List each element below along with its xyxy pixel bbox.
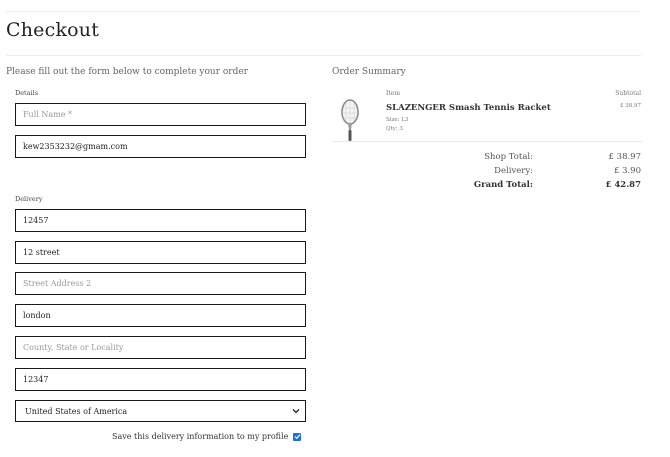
summary-col-item: Item <box>386 90 401 97</box>
save-info-label: Save this delivery information to my pro… <box>112 432 289 441</box>
street-address-1-input[interactable] <box>15 241 306 264</box>
chevron-down-icon <box>292 409 300 414</box>
grand-total-value: £ 42.87 <box>605 180 642 190</box>
grand-total-label: Grand Total: <box>473 180 533 190</box>
page-title: Checkout <box>6 19 100 41</box>
product-name: SLAZENGER Smash Tennis Racket <box>386 103 551 113</box>
summary-col-subtotal: Subtotal <box>615 90 641 97</box>
summary-divider <box>332 141 642 142</box>
checkmark-icon <box>294 434 301 440</box>
county-input[interactable] <box>15 336 306 359</box>
product-subtotal: £ 38.97 <box>620 103 641 109</box>
delivery-legend: Delivery <box>15 195 43 203</box>
save-info-row[interactable]: Save this delivery information to my pro… <box>112 432 302 441</box>
town-or-city-input[interactable] <box>15 304 306 327</box>
delivery-value: £ 3.90 <box>613 166 641 176</box>
phone-number-input[interactable] <box>15 209 306 232</box>
delivery-label: Delivery: <box>494 166 533 176</box>
title-divider <box>6 55 641 56</box>
shop-total-label: Shop Total: <box>484 152 533 162</box>
street-address-2-input[interactable] <box>15 272 306 295</box>
full-name-input[interactable] <box>15 103 306 126</box>
form-intro: Please fill out the form below to comple… <box>6 67 248 77</box>
order-summary-heading: Order Summary <box>332 67 406 77</box>
postcode-input[interactable] <box>15 368 306 391</box>
top-divider <box>6 11 641 12</box>
details-legend: Details <box>15 89 39 97</box>
country-selected-value: United States of America <box>25 406 128 416</box>
tennis-racket-icon <box>341 99 359 141</box>
product-size: Size: L3 <box>386 117 409 123</box>
save-info-checkbox[interactable] <box>293 432 302 441</box>
country-select[interactable]: United States of America <box>15 400 306 422</box>
product-qty: Qty: 3 <box>386 126 403 132</box>
shop-total-value: £ 38.97 <box>608 152 641 162</box>
email-input[interactable] <box>15 135 306 158</box>
